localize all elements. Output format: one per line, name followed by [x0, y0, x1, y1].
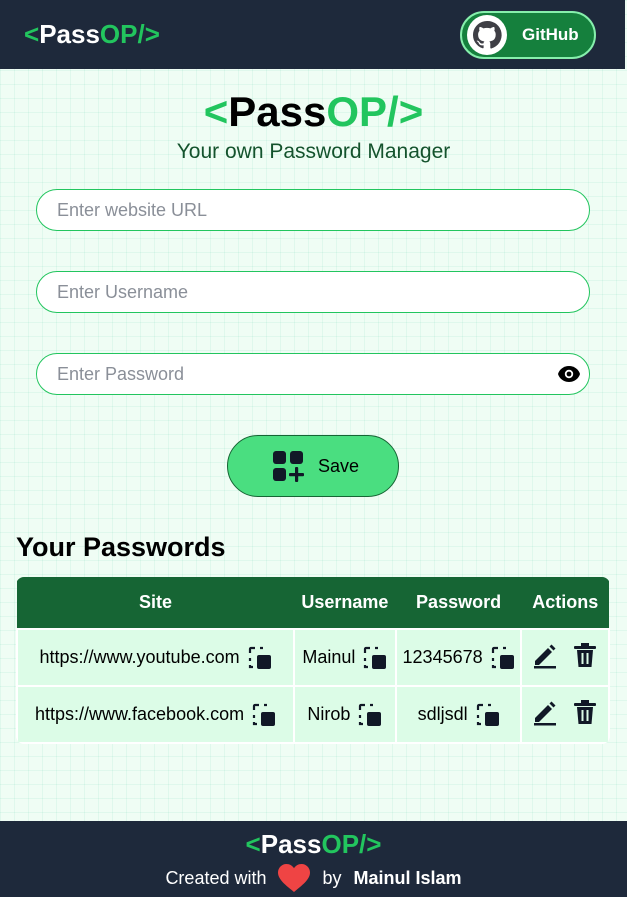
title-op: OP/ [326, 88, 399, 135]
footer-logo-lt: < [245, 829, 261, 859]
add-grid-icon [273, 451, 304, 482]
password-value: sdljsdl [417, 704, 468, 724]
logo-gt: > [144, 19, 160, 49]
page-subtitle: Your own Password Manager [176, 140, 451, 163]
site-link[interactable]: https://www.facebook.com [35, 704, 244, 725]
password-cell: 12345678 [394, 628, 523, 687]
edit-icon[interactable] [531, 698, 559, 726]
title-pass: Pass [228, 88, 327, 135]
delete-icon[interactable] [571, 698, 599, 726]
actions-cell [520, 628, 610, 687]
title-gt: > [398, 88, 424, 135]
by-text: by [322, 867, 342, 888]
author-name: Mainul Islam [353, 867, 462, 888]
header-password: Password [395, 577, 522, 629]
footer-logo-gt: > [366, 829, 382, 859]
header-username: Username [294, 577, 396, 629]
save-label: Save [318, 455, 360, 476]
copy-icon[interactable] [252, 703, 276, 727]
passwords-heading: Your Passwords [16, 532, 226, 562]
created-with-text: Created with [165, 867, 267, 888]
save-button[interactable]: Save [227, 435, 399, 497]
website-url-input[interactable] [36, 189, 590, 231]
logo-op: OP/ [99, 19, 145, 49]
page-title: < Pass OP/> [0, 88, 627, 136]
username-value: Mainul [302, 647, 356, 667]
password-value: 12345678 [402, 647, 483, 667]
username-cell: Nirob [293, 685, 397, 744]
table-row: https://www.youtube.com Mainul 12345678 [16, 628, 610, 687]
heart-icon [277, 864, 310, 892]
actions-cell [520, 685, 610, 744]
header-site: Site [17, 577, 295, 629]
footer-logo: < Pass OP/> [0, 829, 627, 860]
copy-icon[interactable] [363, 646, 387, 670]
copy-icon[interactable] [491, 646, 515, 670]
site-cell: https://www.facebook.com [16, 685, 296, 744]
nav-logo[interactable]: < Pass OP/> [24, 19, 160, 50]
logo-lt: < [24, 19, 40, 49]
github-label: GitHub [522, 24, 579, 44]
username-input[interactable] [36, 271, 590, 313]
navbar: < Pass OP/> GitHub [0, 0, 625, 69]
logo-pass: Pass [39, 19, 100, 49]
copy-icon[interactable] [358, 703, 382, 727]
delete-icon[interactable] [571, 641, 599, 669]
passwords-table: Site Username Password Actions https://w… [16, 577, 610, 744]
github-button[interactable]: GitHub [460, 10, 596, 59]
footer-logo-pass: Pass [260, 829, 322, 859]
github-icon [467, 14, 507, 55]
site-cell: https://www.youtube.com [16, 628, 296, 687]
table-header-row: Site Username Password Actions [17, 577, 609, 629]
password-input[interactable] [36, 353, 590, 395]
username-cell: Mainul [293, 628, 397, 687]
copy-icon[interactable] [476, 703, 500, 727]
title-lt: < [203, 88, 229, 135]
edit-icon[interactable] [531, 641, 559, 669]
show-password-toggle[interactable] [556, 363, 582, 385]
site-link[interactable]: https://www.youtube.com [40, 647, 240, 668]
copy-icon[interactable] [248, 646, 272, 670]
eye-icon [558, 366, 580, 382]
username-value: Nirob [307, 704, 351, 724]
password-cell: sdljsdl [394, 685, 523, 744]
footer-credit: Created with by Mainul Islam [0, 863, 627, 893]
header-actions: Actions [521, 577, 609, 629]
table-row: https://www.facebook.com Nirob sdljsdl [16, 685, 610, 744]
footer-logo-op: OP/ [321, 829, 367, 859]
